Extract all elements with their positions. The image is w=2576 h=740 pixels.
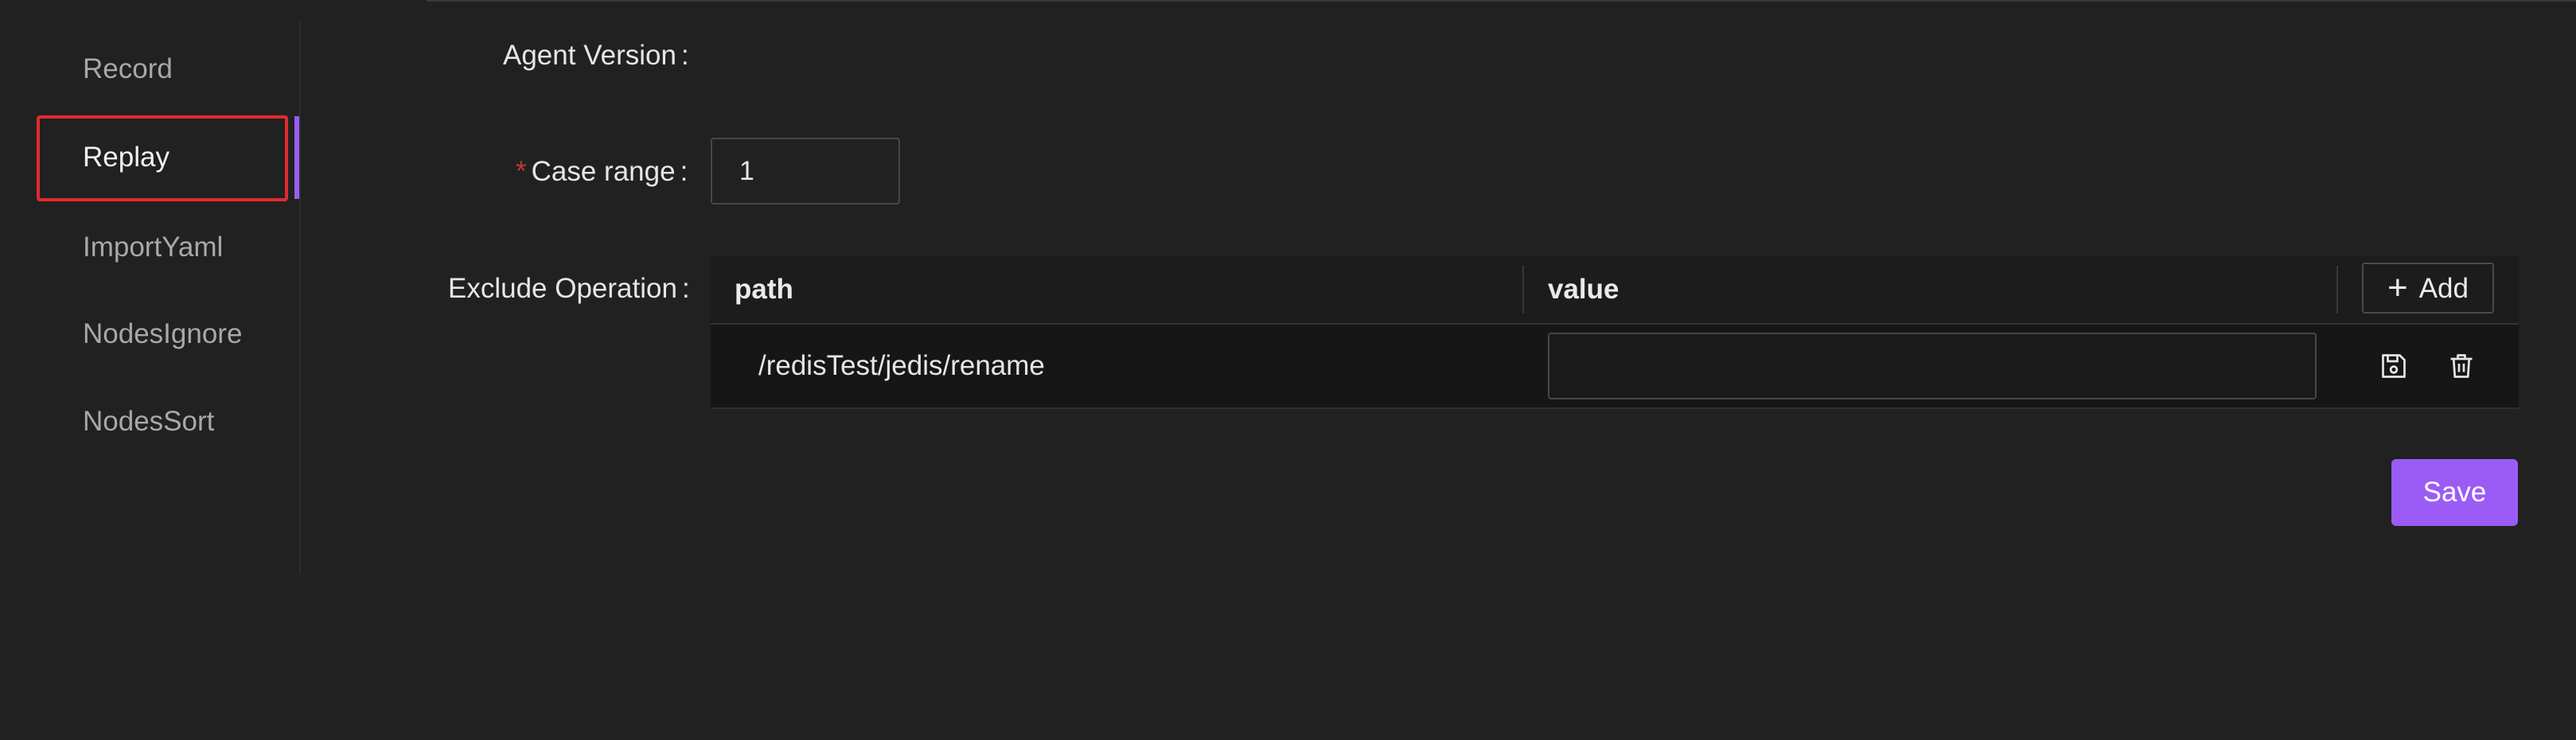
required-mark: * — [516, 156, 527, 187]
save-icon[interactable] — [2379, 352, 2408, 380]
agent-version-label-text: Agent Version — [503, 40, 676, 71]
sidebar-item-replay[interactable]: Replay — [83, 140, 170, 175]
exclude-operation-label-text: Exclude Operation — [448, 273, 677, 304]
header-divider — [427, 0, 2576, 2]
settings-sidebar: Record Replay ImportYaml NodesIgnore Nod… — [0, 22, 301, 574]
column-header-path: path — [735, 274, 793, 305]
case-range-label: * Case range: — [516, 154, 688, 189]
case-range-colon: : — [680, 156, 688, 187]
trash-icon[interactable] — [2447, 352, 2476, 380]
table-row: /redisTest/jedis/rename — [711, 325, 2519, 409]
sidebar-item-importyaml[interactable]: ImportYaml — [83, 230, 223, 265]
sidebar-active-indicator — [294, 116, 299, 199]
exclude-operation-label: Exclude Operation: — [448, 271, 690, 306]
row-value-input[interactable] — [1548, 333, 2317, 399]
column-divider — [2336, 266, 2338, 314]
agent-version-label: Agent Version: — [503, 38, 689, 73]
plus-icon: + — [2387, 268, 2408, 307]
table-header: path value + Add — [711, 256, 2519, 325]
add-button[interactable]: + Add — [2362, 263, 2494, 314]
column-divider — [1522, 266, 1524, 314]
sidebar-item-nodessort[interactable]: NodesSort — [83, 404, 214, 439]
case-range-input[interactable]: 1 — [711, 138, 900, 204]
save-button[interactable]: Save — [2391, 459, 2518, 526]
exclude-operation-table: path value + Add /redisTest/jedis/rename — [711, 256, 2519, 409]
exclude-operation-colon: : — [681, 273, 690, 304]
add-button-label: Add — [2418, 273, 2469, 304]
column-header-value: value — [1548, 274, 1619, 305]
sidebar-item-record[interactable]: Record — [83, 52, 173, 87]
sidebar-item-nodesignore[interactable]: NodesIgnore — [83, 317, 242, 352]
agent-version-colon: : — [680, 40, 689, 71]
case-range-label-text: Case range — [531, 156, 676, 187]
row-path-cell: /redisTest/jedis/rename — [758, 350, 1045, 381]
